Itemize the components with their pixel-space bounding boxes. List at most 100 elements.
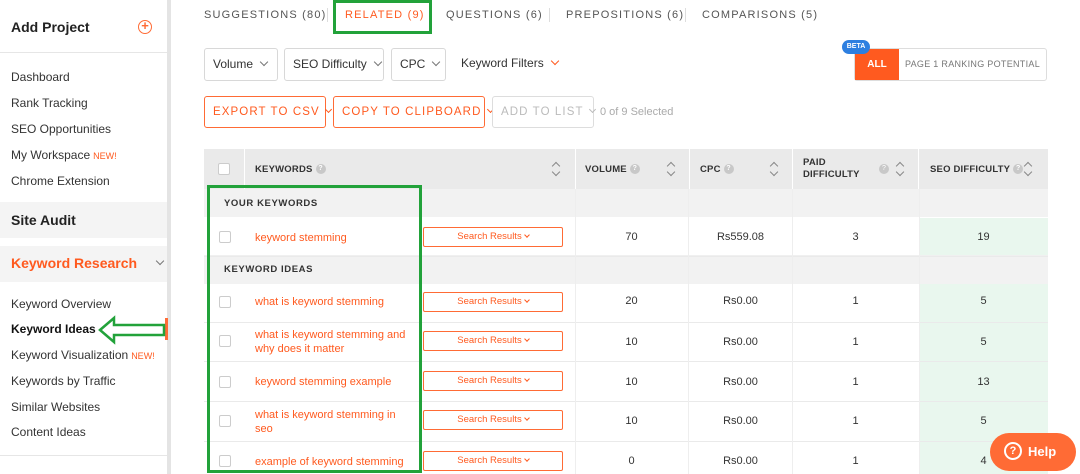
column-divider (575, 189, 576, 474)
search-results-button[interactable]: Search Results (423, 331, 563, 351)
search-results-button[interactable]: Search Results (423, 371, 563, 391)
add-project-plus-icon[interactable]: + (138, 19, 152, 34)
annotation-box-keywords (207, 185, 422, 473)
tab-suggestions[interactable]: SUGGESTIONS (80) (204, 9, 327, 21)
chevron-down-icon (324, 105, 332, 114)
sidebar-item-keyword-research[interactable]: Keyword Research (11, 255, 137, 271)
help-icon[interactable]: ? (723, 164, 734, 175)
beta-badge: BETA (842, 40, 870, 54)
sidebar-item-rank-tracking[interactable]: Rank Tracking (11, 96, 88, 110)
chevron-down-icon (373, 57, 383, 67)
cpc-cell: Rs0.00 (723, 295, 758, 307)
seo-difficulty-filter-dropdown[interactable]: SEO Difficulty (284, 48, 384, 81)
sidebar-item-dashboard[interactable]: Dashboard (11, 70, 70, 84)
seo-difficulty-cell: 13 (977, 376, 990, 388)
button-label: Search Results (457, 296, 522, 307)
divider (0, 455, 167, 456)
search-results-button[interactable]: Search Results (423, 451, 563, 471)
search-results-button[interactable]: Search Results (423, 410, 563, 430)
seo-difficulty-cell: 19 (977, 231, 990, 243)
chevron-down-icon (550, 56, 559, 66)
cpc-cell: Rs0.00 (723, 415, 758, 427)
keywords-header[interactable]: KEYWORDS? (255, 164, 326, 175)
sidebar-item-my-workspace[interactable]: My Workspace NEW! (11, 148, 117, 162)
sort-icon[interactable] (896, 161, 904, 177)
search-results-button[interactable]: Search Results (423, 292, 563, 312)
help-icon[interactable]: ? (879, 164, 889, 174)
cpc-cell: Rs0.00 (723, 376, 758, 388)
dropdown-label: Volume (213, 57, 254, 71)
button-label: Search Results (457, 231, 522, 242)
header-label: SEO DIFFICULTY (930, 164, 1011, 175)
header-label: VOLUME (585, 164, 627, 175)
paid-difficulty-header[interactable]: PAID DIFFICULTY (803, 157, 860, 181)
tab-divider (685, 8, 686, 22)
tab-questions[interactable]: QUESTIONS (6) (446, 9, 543, 21)
sidebar-item-chrome-extension[interactable]: Chrome Extension (11, 174, 110, 188)
cpc-header[interactable]: CPC? (700, 164, 734, 175)
sort-icon[interactable] (770, 161, 778, 177)
export-csv-button[interactable]: EXPORT TO CSV (204, 96, 332, 128)
help-icon[interactable]: ? (629, 164, 640, 175)
sidebar-item-keyword-visualization[interactable]: Keyword Visualization NEW! (11, 348, 155, 362)
sidebar-item-label: Keyword Visualization (11, 348, 129, 362)
sidebar-scrollbar[interactable] (167, 0, 171, 474)
paid-difficulty-cell: 1 (852, 376, 859, 388)
sidebar-item-similar-websites[interactable]: Similar Websites (11, 400, 100, 414)
volume-cell: 10 (625, 415, 638, 427)
header-label-line2: DIFFICULTY (803, 169, 860, 180)
select-all-checkbox[interactable] (218, 163, 230, 175)
sidebar-item-keywords-by-traffic[interactable]: Keywords by Traffic (11, 374, 115, 388)
table-header: KEYWORDS? VOLUME? CPC? PAID DIFFICULTY ? … (204, 149, 1048, 189)
header-divider (689, 149, 690, 189)
seo-difficulty-header[interactable]: SEO DIFFICULTY? (930, 164, 1024, 175)
sidebar-item-keyword-ideas[interactable]: Keyword Ideas (11, 322, 96, 336)
copy-clipboard-button[interactable]: COPY TO CLIPBOARD (333, 96, 494, 128)
volume-header[interactable]: VOLUME? (585, 164, 640, 175)
cpc-cell: Rs0.00 (723, 336, 758, 348)
chevron-down-icon (432, 57, 441, 67)
sidebar-item-label: My Workspace (11, 148, 91, 162)
dropdown-label: SEO Difficulty (293, 57, 367, 71)
sidebar-item-site-audit[interactable]: Site Audit (11, 212, 76, 228)
annotation-box-related-tab (333, 0, 432, 34)
sort-icon[interactable] (1024, 161, 1032, 177)
paid-difficulty-cell: 1 (852, 455, 859, 467)
new-badge: NEW! (131, 351, 155, 361)
dropdown-label: Keyword Filters (461, 56, 544, 70)
tab-comparisons[interactable]: COMPARISONS (5) (702, 9, 818, 21)
button-label: COPY TO CLIPBOARD (342, 106, 482, 118)
add-to-list-button[interactable]: ADD TO LIST (492, 96, 596, 128)
cpc-cell: Rs0.00 (723, 455, 758, 467)
chevron-down-icon (588, 105, 596, 114)
sidebar-item-seo-opportunities[interactable]: SEO Opportunities (11, 122, 111, 136)
keyword-filters-dropdown[interactable]: Keyword Filters (453, 48, 563, 81)
tab-divider (549, 8, 550, 22)
help-icon[interactable]: ? (315, 164, 326, 175)
button-label: EXPORT TO CSV (213, 106, 320, 118)
search-results-button[interactable]: Search Results (423, 227, 563, 247)
chevron-down-icon (523, 415, 530, 421)
sort-icon[interactable] (552, 161, 560, 177)
help-label: Help (1028, 444, 1057, 459)
column-divider (688, 189, 689, 474)
tab-prepositions[interactable]: PREPOSITIONS (6) (566, 9, 684, 21)
help-button[interactable]: ? Help (990, 433, 1076, 471)
volume-filter-dropdown[interactable]: Volume (204, 48, 278, 81)
toggle-page1-ranking-button[interactable]: PAGE 1 RANKING POTENTIAL (899, 49, 1046, 80)
chevron-down-icon (523, 456, 530, 462)
sidebar-item-content-ideas[interactable]: Content Ideas (11, 425, 86, 439)
cpc-filter-dropdown[interactable]: CPC (391, 48, 446, 81)
paid-difficulty-cell: 1 (852, 295, 859, 307)
volume-cell: 0 (628, 455, 635, 467)
sidebar-item-keyword-overview[interactable]: Keyword Overview (11, 297, 111, 311)
sidebar: Add Project + Dashboard Rank Tracking SE… (0, 0, 171, 474)
chevron-down-icon (523, 376, 530, 382)
add-project-link[interactable]: Add Project (11, 19, 90, 35)
chevron-down-icon (523, 232, 530, 238)
button-label: Search Results (457, 414, 522, 425)
sort-icon[interactable] (667, 161, 675, 177)
help-icon[interactable]: ? (1013, 164, 1024, 175)
selected-count: 0 of 9 Selected (600, 106, 674, 118)
chevron-down-icon (523, 336, 530, 342)
